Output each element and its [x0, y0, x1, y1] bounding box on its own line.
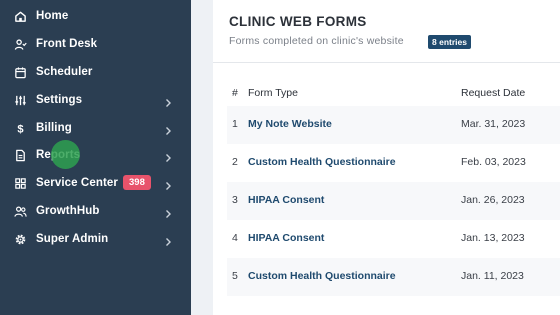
- sidebar-item-reports[interactable]: Reports: [0, 142, 191, 168]
- notification-count-badge: 398: [123, 175, 151, 190]
- divider: [213, 62, 560, 63]
- page-title: CLINIC WEB FORMS: [229, 14, 367, 29]
- sidebar-item-label: Settings: [36, 94, 83, 106]
- sidebar-item-home[interactable]: Home: [0, 3, 191, 29]
- chevron-right-icon: [164, 206, 172, 218]
- request-date: Jan. 13, 2023: [461, 232, 525, 244]
- user-check-icon: [13, 37, 27, 51]
- document-icon: [13, 148, 27, 162]
- grid-icon: [13, 176, 27, 190]
- sidebar-item-scheduler[interactable]: Scheduler: [0, 59, 191, 85]
- sidebar-item-label: Super Admin: [36, 233, 109, 245]
- home-icon: [13, 9, 27, 23]
- row-number: 3: [232, 194, 238, 206]
- table-row[interactable]: 1 My Note Website Mar. 31, 2023: [227, 106, 560, 144]
- request-date: Mar. 31, 2023: [461, 118, 526, 130]
- row-number: 4: [232, 232, 238, 244]
- sidebar-item-service-center[interactable]: Service Center 398: [0, 170, 191, 196]
- calendar-icon: [13, 65, 27, 79]
- sidebar-item-label: Home: [36, 10, 69, 22]
- table-row[interactable]: 2 Custom Health Questionnaire Feb. 03, 2…: [227, 144, 560, 182]
- request-date: Jan. 26, 2023: [461, 194, 525, 206]
- page-subtitle: Forms completed on clinic's website: [229, 35, 404, 47]
- main-content: CLINIC WEB FORMS Forms completed on clin…: [191, 0, 560, 315]
- row-number: 1: [232, 118, 238, 130]
- web-forms-card: CLINIC WEB FORMS Forms completed on clin…: [213, 0, 560, 315]
- sidebar: Home Front Desk Scheduler Settings $ Bil…: [0, 0, 191, 315]
- column-header-request-date[interactable]: Request Date: [461, 87, 525, 99]
- sidebar-item-settings[interactable]: Settings: [0, 87, 191, 113]
- sliders-icon: [13, 93, 27, 107]
- table-row[interactable]: 4 HIPAA Consent Jan. 13, 2023: [227, 220, 560, 258]
- table-row[interactable]: 5 Custom Health Questionnaire Jan. 11, 2…: [227, 258, 560, 296]
- form-type-link[interactable]: My Note Website: [248, 118, 332, 130]
- sidebar-item-billing[interactable]: $ Billing: [0, 115, 191, 141]
- sidebar-item-label: Service Center: [36, 177, 118, 189]
- sidebar-item-label: Scheduler: [36, 66, 93, 78]
- request-date: Feb. 03, 2023: [461, 156, 526, 168]
- table-row[interactable]: 3 HIPAA Consent Jan. 26, 2023: [227, 182, 560, 220]
- sidebar-item-label: GrowthHub: [36, 205, 100, 217]
- cursor-highlight: [51, 140, 80, 169]
- form-type-link[interactable]: HIPAA Consent: [248, 194, 324, 206]
- row-number: 2: [232, 156, 238, 168]
- chevron-right-icon: [164, 150, 172, 162]
- chevron-right-icon: [164, 178, 172, 190]
- form-type-link[interactable]: HIPAA Consent: [248, 232, 324, 244]
- svg-text:$: $: [17, 123, 24, 134]
- form-type-link[interactable]: Custom Health Questionnaire: [248, 156, 396, 168]
- sidebar-item-super-admin[interactable]: Super Admin: [0, 226, 191, 252]
- entries-count-badge: 8 entries: [428, 35, 471, 49]
- chevron-right-icon: [164, 123, 172, 135]
- sidebar-item-growthhub[interactable]: GrowthHub: [0, 198, 191, 224]
- sidebar-item-front-desk[interactable]: Front Desk: [0, 31, 191, 57]
- dollar-icon: $: [13, 121, 27, 135]
- chevron-right-icon: [164, 95, 172, 107]
- request-date: Jan. 11, 2023: [461, 270, 524, 282]
- column-header-number: #: [232, 87, 238, 99]
- column-header-form-type[interactable]: Form Type: [248, 87, 298, 99]
- users-icon: [13, 204, 27, 218]
- sidebar-item-label: Front Desk: [36, 38, 98, 50]
- sidebar-item-label: Billing: [36, 122, 72, 134]
- gear-icon: [13, 232, 27, 246]
- form-type-link[interactable]: Custom Health Questionnaire: [248, 270, 396, 282]
- row-number: 5: [232, 270, 238, 282]
- chevron-right-icon: [164, 234, 172, 246]
